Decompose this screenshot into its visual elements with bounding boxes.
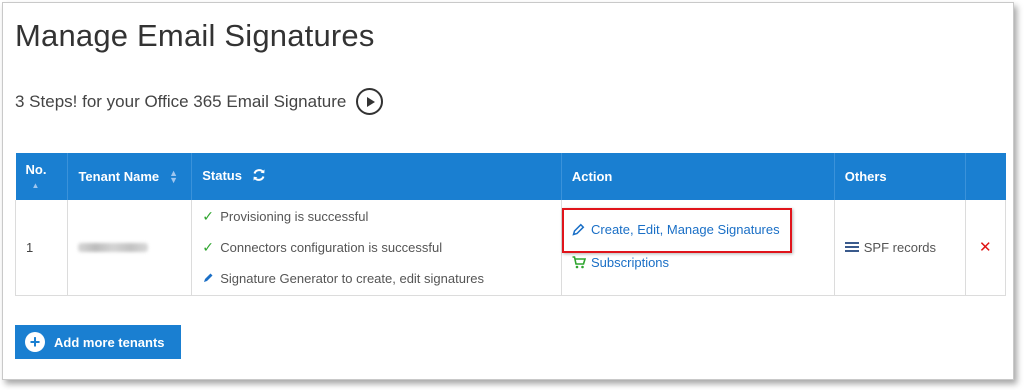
tenant-name-redacted: [78, 242, 149, 252]
cell-tenant: [67, 200, 193, 296]
col-no[interactable]: No. ▲: [15, 153, 69, 200]
pencil-icon: [572, 223, 585, 236]
col-status: Status: [191, 153, 562, 200]
tenants-table: No.▲ Tenant Name ▲ ▼ Status Action Others …: [14, 153, 1006, 296]
cart-icon: [572, 256, 586, 269]
cell-status: ✓ Provisioning is successful ✓ Connector…: [191, 200, 562, 296]
cell-delete: ✕: [964, 200, 1006, 296]
list-icon: [844, 242, 859, 253]
steps-row: 3 Steps! for your Office 365 Email Signa…: [15, 88, 384, 115]
sort-icon: ▲ ▼: [169, 168, 179, 186]
col-no-label: No.: [25, 161, 47, 177]
status-text: Connectors configuration is successful: [220, 239, 443, 255]
sort-asc-icon: ▲: [31, 180, 40, 190]
steps-text: 3 Steps! for your Office 365 Email Signa…: [15, 91, 347, 111]
plus-icon: +: [25, 332, 45, 352]
spf-records-label: SPF records: [863, 239, 937, 255]
add-more-tenants-button[interactable]: + Add more tenants: [15, 325, 181, 359]
col-delete: [965, 153, 1006, 200]
col-tenant[interactable]: Tenant Name ▲ ▼: [67, 153, 193, 200]
spf-records-link[interactable]: SPF records: [844, 239, 955, 255]
refresh-icon[interactable]: [252, 168, 266, 185]
page-title: Manage Email Signatures: [15, 18, 375, 53]
status-item: Signature Generator to create, edit sign…: [202, 263, 551, 294]
subscriptions-link[interactable]: Subscriptions: [572, 255, 669, 270]
col-others: Others: [834, 153, 966, 200]
status-text: Signature Generator to create, edit sign…: [220, 270, 485, 286]
cell-others: SPF records: [833, 200, 966, 296]
col-tenant-label: Tenant Name: [78, 168, 160, 184]
cell-action: [560, 200, 835, 296]
subscriptions-label: Subscriptions: [591, 255, 670, 270]
check-icon: ✓: [202, 207, 214, 224]
manage-signatures-link[interactable]: Create, Edit, Manage Signatures: [572, 222, 780, 237]
status-item: ✓ Connectors configuration is successful: [202, 232, 551, 263]
play-button[interactable]: [356, 88, 384, 115]
manage-signatures-label: Create, Edit, Manage Signatures: [591, 222, 780, 237]
check-icon: ✓: [202, 238, 214, 255]
table-header-row: No. ▲ Tenant Name ▲ ▼ Status Action Others: [15, 153, 1006, 200]
col-action: Action: [561, 153, 835, 200]
play-icon: [366, 96, 375, 107]
status-item: ✓ Provisioning is successful: [202, 201, 551, 232]
add-more-tenants-label: Add more tenants: [54, 334, 165, 350]
pencil-icon: [202, 272, 220, 284]
table-row: 1 ✓ Provisioning is successful ✓ Connect…: [14, 200, 1006, 296]
delete-icon[interactable]: ✕: [976, 238, 996, 256]
status-text: Provisioning is successful: [220, 208, 369, 224]
col-status-label: Status: [202, 167, 242, 183]
cell-no: 1: [14, 200, 69, 296]
